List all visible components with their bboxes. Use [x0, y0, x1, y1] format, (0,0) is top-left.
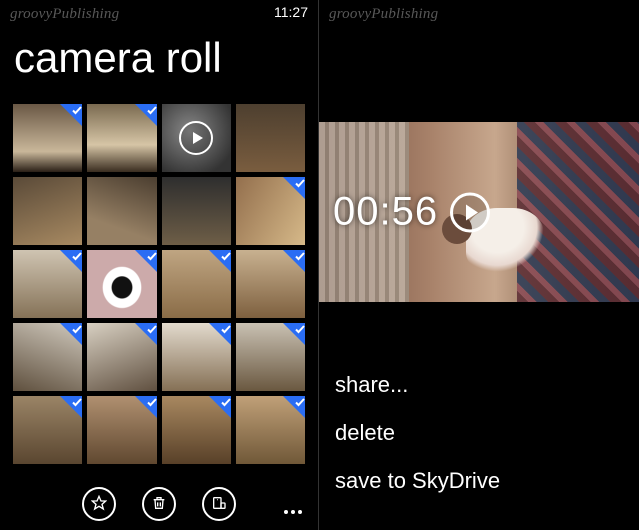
play-icon [179, 121, 213, 155]
checkmark-icon [209, 250, 231, 272]
checkmark-icon [209, 396, 231, 418]
photo-thumb[interactable] [87, 396, 156, 464]
appbar-more-button[interactable] [284, 510, 306, 514]
checkmark-icon [135, 104, 157, 126]
screen-video-item: groovyPublishing 00:56 share... delete sav… [319, 0, 639, 530]
video-preview[interactable]: 00:56 [319, 122, 639, 302]
checkmark-icon [60, 104, 82, 126]
context-menu: share... delete save to SkyDrive [335, 372, 623, 494]
photo-thumb[interactable] [87, 104, 156, 172]
video-preview-decor [517, 122, 639, 302]
photo-thumb[interactable] [87, 323, 156, 391]
status-clock: 11:27 [274, 4, 308, 20]
screen-camera-roll: groovyPublishing 11:27 camera roll [0, 0, 319, 530]
photo-thumb[interactable] [236, 250, 305, 318]
photo-thumb[interactable] [13, 396, 82, 464]
photo-grid [13, 104, 305, 474]
star-icon [91, 495, 107, 514]
favorite-button[interactable] [82, 487, 116, 521]
photo-thumb[interactable] [236, 396, 305, 464]
photo-thumb-image [162, 177, 231, 245]
context-menu-item[interactable]: share... [335, 372, 623, 398]
photo-thumb[interactable] [87, 177, 156, 245]
video-duration-text: 00:56 [333, 190, 438, 235]
watermark-text: groovyPublishing [10, 6, 119, 23]
trash-icon [151, 495, 167, 514]
photo-thumb[interactable] [13, 104, 82, 172]
context-menu-item[interactable]: delete [335, 420, 623, 446]
checkmark-icon [283, 250, 305, 272]
save-device-icon [211, 495, 227, 514]
context-menu-item[interactable]: save to SkyDrive [335, 468, 623, 494]
photo-thumb[interactable] [87, 250, 156, 318]
photo-thumb[interactable] [13, 177, 82, 245]
checkmark-icon [283, 177, 305, 199]
checkmark-icon [60, 250, 82, 272]
checkmark-icon [283, 396, 305, 418]
checkmark-icon [60, 396, 82, 418]
checkmark-icon [135, 250, 157, 272]
photo-thumb[interactable] [162, 250, 231, 318]
photo-thumb[interactable] [162, 104, 231, 172]
photo-thumb[interactable] [162, 396, 231, 464]
checkmark-icon [135, 323, 157, 345]
appbar [0, 478, 318, 530]
checkmark-icon [283, 323, 305, 345]
photo-thumb-image [236, 104, 305, 172]
save-button[interactable] [202, 487, 236, 521]
photo-thumb-image [13, 177, 82, 245]
photo-thumb[interactable] [13, 323, 82, 391]
video-duration-overlay: 00:56 [333, 190, 490, 235]
photo-thumb[interactable] [236, 323, 305, 391]
delete-button[interactable] [142, 487, 176, 521]
photo-thumb[interactable] [236, 177, 305, 245]
photo-thumb[interactable] [236, 104, 305, 172]
page-title: camera roll [14, 34, 222, 82]
photo-thumb[interactable] [162, 323, 231, 391]
photo-thumb[interactable] [13, 250, 82, 318]
checkmark-icon [60, 323, 82, 345]
watermark-text: groovyPublishing [329, 6, 438, 23]
photo-thumb-image [87, 177, 156, 245]
photo-thumb[interactable] [162, 177, 231, 245]
play-icon[interactable] [450, 192, 490, 232]
checkmark-icon [135, 396, 157, 418]
checkmark-icon [209, 323, 231, 345]
